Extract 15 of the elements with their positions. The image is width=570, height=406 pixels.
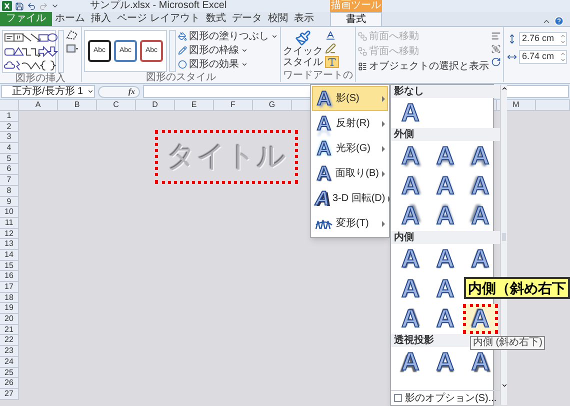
- gallery-heading: 影なし: [391, 85, 500, 98]
- group-label: ワードアートの: [283, 70, 353, 82]
- effect-glyph: A: [315, 188, 330, 210]
- group-label: 図形の挿入: [14, 73, 66, 85]
- group-label: 図形のスタイル: [145, 72, 217, 84]
- effect-glyph: A: [316, 138, 332, 160]
- effect-glyph: A: [316, 162, 332, 184]
- tooltip: 内側 (斜め右下): [470, 336, 546, 350]
- callout-label: 内側（斜め右下: [464, 277, 570, 299]
- gallery-heading: 外側: [391, 128, 500, 141]
- wordart-text: タイトル: [166, 140, 286, 175]
- effect-glyph: A: [316, 112, 332, 134]
- contextual-tab-label: 描画ツール: [330, 0, 382, 12]
- gallery-heading: 内側: [391, 231, 500, 244]
- effect-glyph: A: [316, 88, 332, 110]
